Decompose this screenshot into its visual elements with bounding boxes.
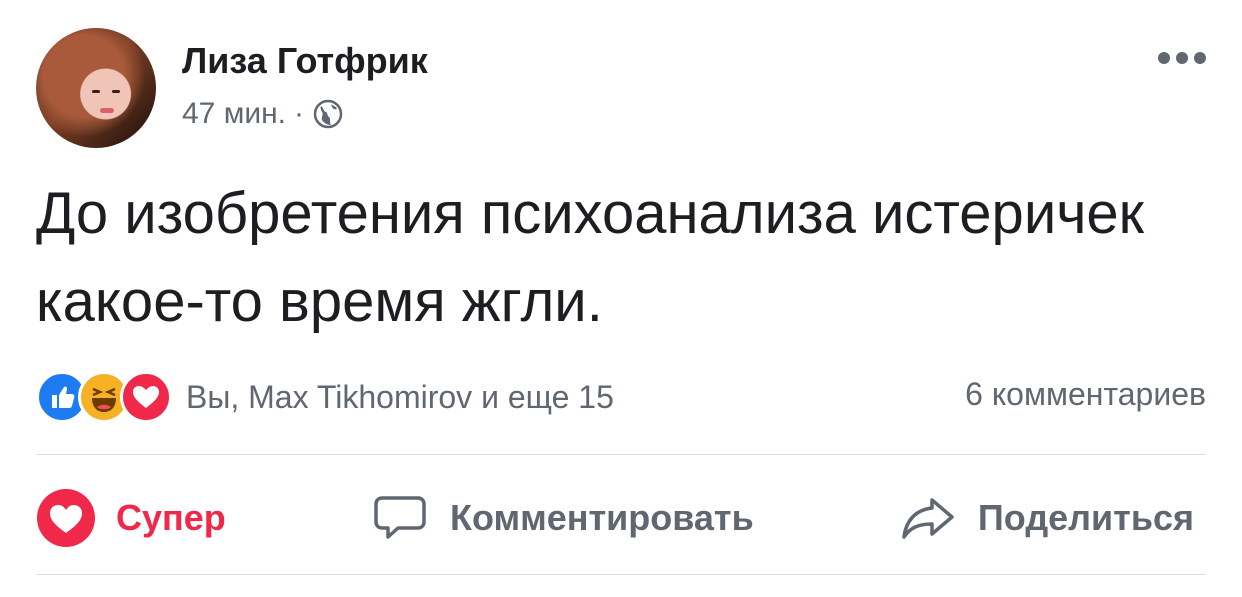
- post-text: До изобретения психоанализа истеричек ка…: [36, 181, 1145, 334]
- love-icon: [120, 371, 172, 423]
- reaction-names[interactable]: Вы, Max Tikhomirov и еще 15: [186, 379, 614, 416]
- globe-icon[interactable]: [312, 98, 344, 130]
- meta-separator: ·: [294, 97, 304, 130]
- comment-icon: [374, 496, 426, 539]
- react-button-label: Супер: [116, 497, 226, 538]
- react-button[interactable]: Супер: [36, 488, 226, 548]
- comment-button-label: Комментировать: [450, 497, 754, 538]
- comments-count[interactable]: 6 комментариев: [965, 376, 1206, 413]
- love-icon: [37, 489, 95, 547]
- share-icon: [902, 498, 954, 539]
- divider: [36, 574, 1206, 575]
- share-button-label: Поделиться: [977, 497, 1194, 538]
- share-button[interactable]: Поделиться: [898, 488, 1194, 548]
- more-options-icon[interactable]: [1158, 52, 1206, 64]
- action-bar: Супер Комментировать Поделиться: [36, 483, 1206, 553]
- post-time[interactable]: 47 мин.: [182, 97, 286, 131]
- post-meta: 47 мин. ·: [182, 97, 344, 131]
- divider: [36, 454, 1206, 455]
- reactions-summary[interactable]: Вы, Max Tikhomirov и еще 15: [36, 371, 614, 423]
- author-name[interactable]: Лиза Готфрик: [182, 40, 428, 82]
- comment-button[interactable]: Комментировать: [370, 488, 754, 548]
- author-avatar[interactable]: [36, 28, 156, 148]
